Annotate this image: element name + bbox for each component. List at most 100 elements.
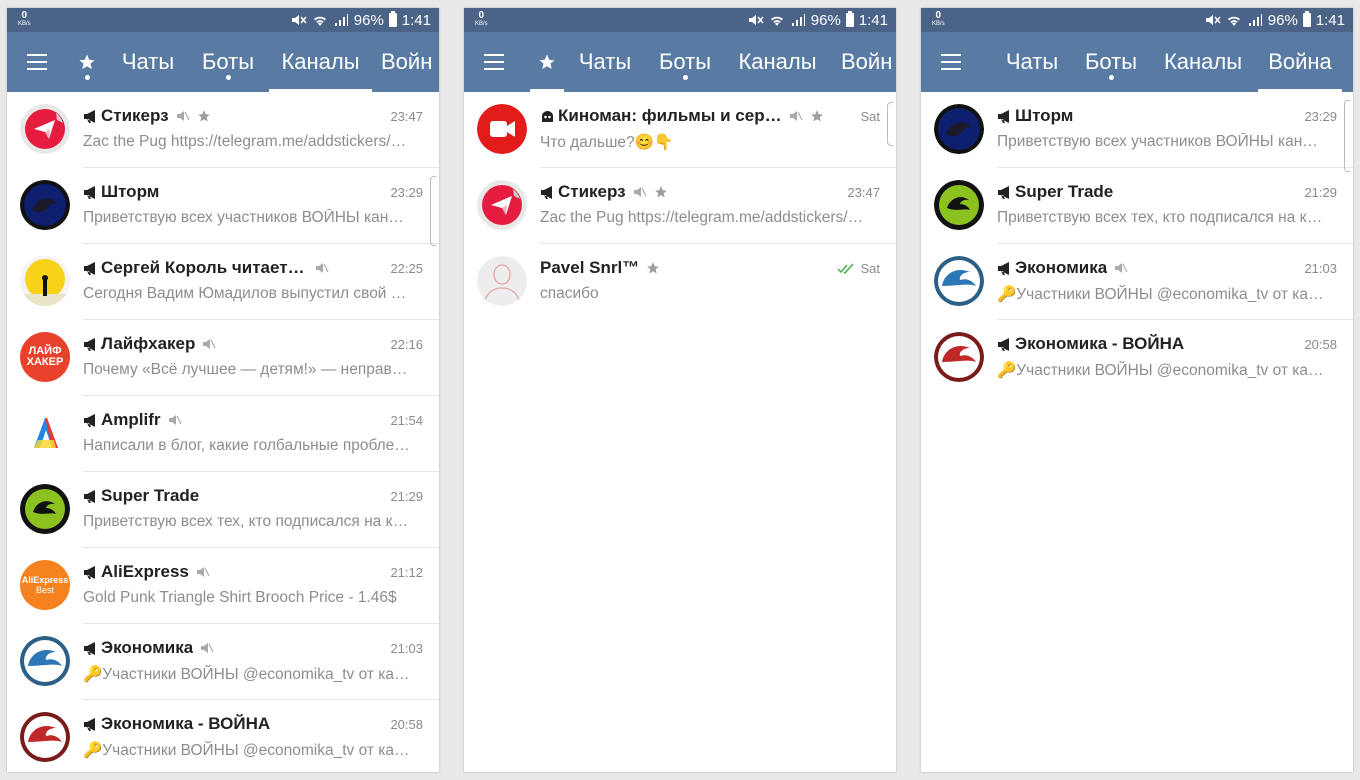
chat-row-storm[interactable]: Шторм 23:29 Приветствую всех участников … <box>921 92 1353 168</box>
chat-time: 21:29 <box>1304 185 1337 200</box>
tab-favorites[interactable] <box>69 32 105 92</box>
chat-row-storm[interactable]: Шторм 23:29 Приветствую всех участников … <box>7 168 439 244</box>
tab-bots[interactable]: Боты <box>193 32 263 92</box>
chat-title: Стикерз <box>101 106 169 125</box>
scrollbar[interactable] <box>1344 100 1350 172</box>
chat-preview: спасибо <box>540 285 599 302</box>
chat-title: Экономика <box>101 638 194 657</box>
battery-icon <box>1302 11 1311 27</box>
megaphone-icon <box>541 185 552 199</box>
status-bar: 0 KB/s 96% 1:41 <box>464 8 896 32</box>
chat-title: Amplifr <box>101 410 161 429</box>
chat-row-sergey-korol[interactable]: Сергей Король читает и пишет 22:25 Сегод… <box>7 244 439 320</box>
mute-icon <box>203 339 216 349</box>
toolbar: Чаты Боты Каналы Войн <box>7 32 439 92</box>
chat-row-stickers[interactable]: Стикерз 23:47 Zac the Pug https://telegr… <box>7 92 439 168</box>
chat-row-super-trade[interactable]: Super Trade 21:29 Приветствую всех тех, … <box>921 168 1353 244</box>
tab-channels[interactable]: Каналы <box>1155 32 1251 92</box>
phone-screen-war: 0 KB/s 96% 1:41 Чаты Боты Каналы Война Ш… <box>921 8 1353 772</box>
chat-title: Pavel Snrl™ <box>540 258 640 277</box>
avatar-economika-blue <box>934 256 984 306</box>
tab-favorites[interactable] <box>530 32 564 92</box>
chat-preview: 🔑Участники ВОЙНЫ @economika_tv от канала <box>997 286 1325 303</box>
chat-title: Шторм <box>101 182 160 201</box>
tab-war[interactable]: Войн <box>841 32 896 92</box>
double-check-icon <box>837 263 855 274</box>
scrollbar[interactable] <box>887 102 893 146</box>
network-speed-unit: KB/s <box>475 21 488 27</box>
chat-title: Лайфхакер <box>101 334 196 353</box>
star-icon <box>811 110 823 122</box>
chat-time: 23:47 <box>390 109 423 124</box>
tab-chats[interactable]: Чаты <box>570 32 640 92</box>
chat-preview: Написали в блог, какие голбальные пробле… <box>83 437 411 454</box>
network-speed-unit: KB/s <box>932 21 945 27</box>
chat-title: Шторм <box>1015 106 1074 125</box>
chat-preview: Приветствую всех участников ВОЙНЫ канало… <box>83 209 411 226</box>
mute-status-icon <box>1205 15 1221 25</box>
mute-icon <box>1115 263 1128 273</box>
tab-chats[interactable]: Чаты <box>113 32 183 92</box>
chat-row-aliexpress[interactable]: AliExpress Best AliExpress 21:12 Gold Pu… <box>7 548 439 624</box>
tab-chats[interactable]: Чаты <box>997 32 1067 92</box>
chat-preview: Приветствую всех тех, кто подписался на … <box>83 513 411 530</box>
wifi-icon <box>770 16 783 26</box>
megaphone-icon <box>998 261 1009 275</box>
megaphone-icon <box>84 261 95 275</box>
scrollbar[interactable] <box>430 176 436 246</box>
hamburger-menu-icon[interactable] <box>941 54 961 70</box>
tab-war[interactable]: Войн <box>381 32 439 92</box>
avatar-lifehacker: ЛАЙФ ХАКЕР <box>20 332 70 382</box>
megaphone-icon <box>84 109 95 123</box>
chat-row-super-trade[interactable]: Super Trade 21:29 Приветствую всех тех, … <box>7 472 439 548</box>
chat-list: Стикерз 23:47 Zac the Pug https://telegr… <box>7 92 439 772</box>
tab-bots[interactable]: Боты <box>1076 32 1146 92</box>
chat-row-amplifr[interactable]: Amplifr 21:54 Написали в блог, какие гол… <box>7 396 439 472</box>
chat-time: 23:29 <box>1304 109 1337 124</box>
chat-row-kinoman[interactable]: Киноман: фильмы и сериалы Sat Что дальше… <box>464 92 896 168</box>
avatar-economika-blue <box>20 636 70 686</box>
tab-channels[interactable]: Каналы <box>726 32 829 92</box>
avatar-pavel <box>477 256 527 306</box>
chat-row-pavel-snrl[interactable]: Pavel Snrl™ Sat спасибо <box>464 244 896 320</box>
toolbar: Чаты Боты Каналы Война <box>921 32 1353 92</box>
avatar-amplifr <box>20 408 70 458</box>
chat-row-economika-war[interactable]: Экономика - ВОЙНА 20:58 🔑Участники ВОЙНЫ… <box>7 700 439 772</box>
chat-row-economika-war[interactable]: Экономика - ВОЙНА 20:58 🔑Участники ВОЙНЫ… <box>921 320 1353 396</box>
chat-row-economika[interactable]: Экономика 21:03 🔑Участники ВОЙНЫ @econom… <box>921 244 1353 320</box>
chat-time: 21:12 <box>390 565 423 580</box>
megaphone-icon <box>84 413 95 427</box>
chat-preview: 🔑Участники ВОЙНЫ @economika_tv от канала <box>83 666 411 683</box>
avatar-kinoman <box>477 104 527 154</box>
megaphone-icon <box>84 717 95 731</box>
chat-preview: Сегодня Вадим Юмадилов выпустил свой тек… <box>83 285 411 302</box>
hamburger-menu-icon[interactable] <box>484 54 504 70</box>
tab-channels[interactable]: Каналы <box>269 32 372 92</box>
mute-icon <box>176 111 190 121</box>
chat-preview: Gold Punk Triangle Shirt Brooch Price - … <box>83 589 397 606</box>
bot-icon <box>542 110 553 122</box>
chat-row-lifehacker[interactable]: ЛАЙФ ХАКЕР Лайфхакер 22:16 Почему «Всё л… <box>7 320 439 396</box>
chat-title: Стикерз <box>558 182 626 201</box>
clock: 1:41 <box>858 11 888 29</box>
star-icon <box>197 110 210 122</box>
chat-time: 20:58 <box>1304 337 1337 352</box>
tab-war[interactable]: Война <box>1258 32 1342 92</box>
chat-row-economika[interactable]: Экономика 21:03 🔑Участники ВОЙНЫ @econom… <box>7 624 439 700</box>
chat-time: 23:29 <box>390 185 423 200</box>
avatar-aliexpress-text-1: AliExpress <box>21 575 69 585</box>
avatar-storm <box>20 180 70 230</box>
chat-time: 21:29 <box>390 489 423 504</box>
toolbar: Чаты Боты Каналы Войн <box>464 32 896 92</box>
network-speed: 0 KB/s <box>18 10 31 28</box>
chat-title: Экономика - ВОЙНА <box>1015 334 1185 353</box>
tab-bots[interactable]: Боты <box>650 32 720 92</box>
chat-preview: Zac the Pug https://telegram.me/addstick… <box>83 133 411 150</box>
chat-list: Шторм 23:29 Приветствую всех участников … <box>921 92 1353 396</box>
signal-icon <box>791 14 805 26</box>
mute-icon <box>316 263 329 273</box>
hamburger-menu-icon[interactable] <box>27 54 47 70</box>
network-speed-value: 0 <box>21 10 28 21</box>
wifi-icon <box>1227 16 1240 26</box>
chat-row-stickers[interactable]: Стикерз 23:47 Zac the Pug https://telegr… <box>464 168 896 244</box>
